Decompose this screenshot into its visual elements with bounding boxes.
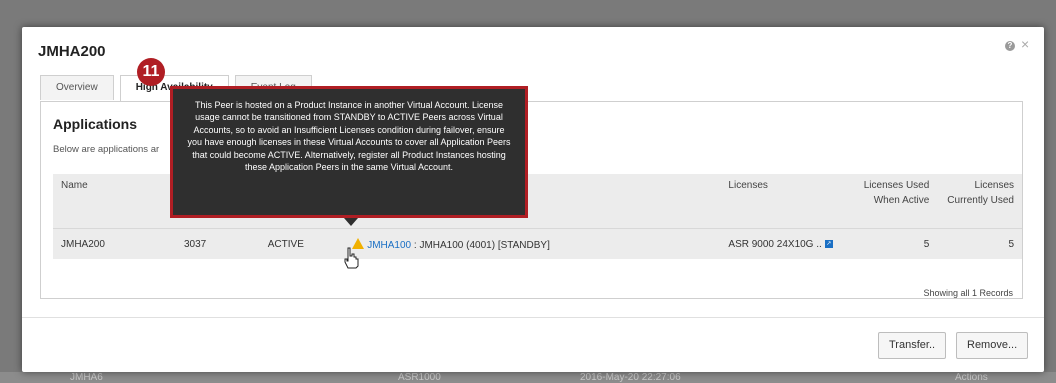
background-row-action: Actions bbox=[955, 372, 988, 383]
remove-button[interactable]: Remove... bbox=[956, 332, 1029, 359]
background-table-row: JMHA6 ASR1000 2016-May-20 22:27:06 Actio… bbox=[0, 372, 1056, 383]
column-header-name[interactable]: Name bbox=[53, 174, 176, 229]
external-link-icon[interactable]: ↗ bbox=[824, 239, 833, 248]
cell-id: 3037 bbox=[175, 228, 260, 259]
footer-divider bbox=[22, 317, 1044, 318]
cell-used-when-active: 5 bbox=[843, 228, 938, 259]
step-number-badge: 11 bbox=[137, 58, 165, 86]
column-header-currently-used[interactable]: Licenses Currently Used bbox=[937, 174, 1022, 229]
cell-currently-used: 5 bbox=[937, 228, 1022, 259]
background-row-name: JMHA6 bbox=[70, 372, 103, 383]
peer-detail: : JMHA100 (4001) [STANDBY] bbox=[411, 240, 550, 251]
peer-link[interactable]: JMHA100 bbox=[367, 240, 411, 251]
close-icon[interactable]: × bbox=[1021, 37, 1029, 51]
records-count: Showing all 1 Records bbox=[923, 288, 1013, 298]
column-header-licenses[interactable]: Licenses bbox=[720, 174, 844, 229]
column-header-used-when-active[interactable]: Licenses Used When Active bbox=[843, 174, 938, 229]
background-row-device: ASR1000 bbox=[398, 372, 441, 383]
hand-cursor-icon bbox=[344, 247, 359, 269]
cell-name: JMHA200 bbox=[53, 228, 176, 259]
tooltip-arrow bbox=[344, 218, 358, 226]
panel-title: Applications bbox=[53, 116, 138, 132]
tab-overview[interactable]: Overview bbox=[40, 75, 114, 100]
panel-subtitle: Below are applications ar bbox=[53, 144, 160, 155]
cell-peer: JMHA100 : JMHA100 (4001) [STANDBY] bbox=[344, 228, 721, 259]
cell-licenses: ASR 9000 24X10G .. ↗ bbox=[720, 228, 844, 259]
table-row: JMHA200 3037 ACTIVE JMHA100 : JMHA100 (4… bbox=[53, 228, 1022, 259]
transfer-button[interactable]: Transfer.. bbox=[878, 332, 947, 359]
cell-status: ACTIVE bbox=[259, 228, 345, 259]
warning-tooltip: This Peer is hosted on a Product Instanc… bbox=[170, 86, 528, 218]
help-icon[interactable]: ? bbox=[1005, 41, 1015, 51]
licenses-text: ASR 9000 24X10G .. bbox=[728, 238, 822, 250]
modal-title: JMHA200 bbox=[38, 43, 106, 60]
background-row-date: 2016-May-20 22:27:06 bbox=[580, 372, 681, 383]
